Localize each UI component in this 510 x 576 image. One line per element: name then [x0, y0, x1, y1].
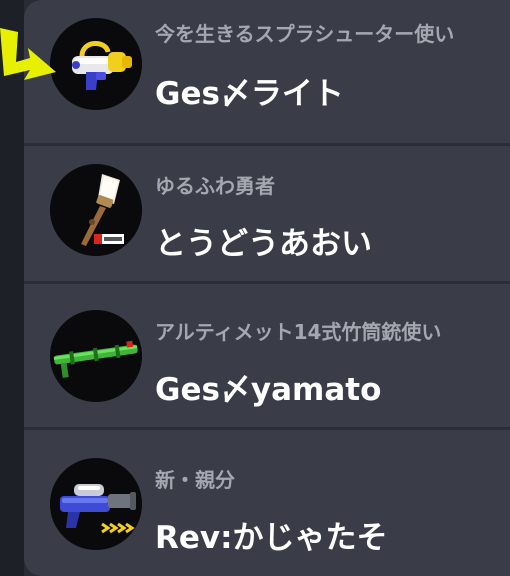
player-list-screen: 今を生きるスプラシューター使い Ges〆ライト ゆるふわ勇者 とうどうあおい ア… — [0, 0, 510, 576]
player-row[interactable]: ゆるふわ勇者 とうどうあおい — [24, 138, 510, 284]
player-name: Ges〆yamato — [155, 372, 382, 408]
player-row[interactable]: 新・親分 Rev:かじゃたそ — [24, 430, 510, 576]
player-row[interactable]: アルティメット14式竹筒銃使い Ges〆yamato — [24, 284, 510, 430]
blaster-icon — [50, 458, 142, 550]
player-title: アルティメット14式竹筒銃使い — [155, 320, 442, 344]
selection-pointer-icon — [0, 28, 56, 80]
player-name: Rev:かじゃたそ — [155, 520, 388, 556]
bamboozler-icon — [50, 310, 142, 402]
player-title: 新・親分 — [155, 468, 235, 492]
player-name: とうどうあおい — [155, 226, 372, 262]
player-row[interactable]: 今を生きるスプラシューター使い Ges〆ライト — [24, 0, 510, 146]
splattershot-icon — [50, 18, 142, 110]
paintbrush-icon — [50, 164, 142, 256]
player-title: 今を生きるスプラシューター使い — [155, 22, 455, 46]
player-title: ゆるふわ勇者 — [155, 174, 275, 198]
player-list-panel: 今を生きるスプラシューター使い Ges〆ライト ゆるふわ勇者 とうどうあおい ア… — [24, 0, 510, 576]
player-name: Ges〆ライト — [155, 76, 344, 112]
